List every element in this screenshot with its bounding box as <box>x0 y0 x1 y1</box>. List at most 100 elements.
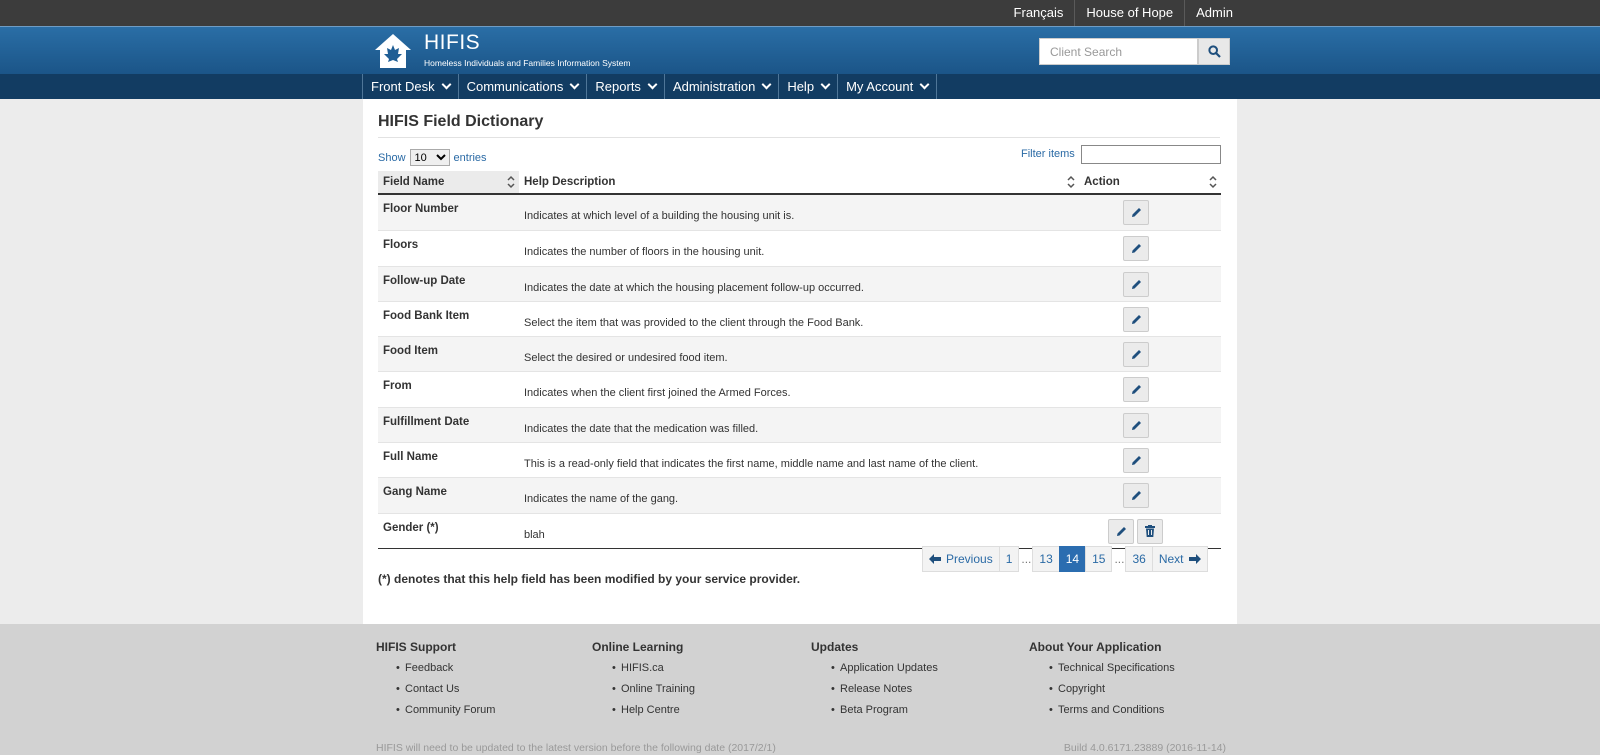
pencil-icon <box>1131 491 1141 501</box>
arrow-left-icon <box>929 554 941 564</box>
footer-link-hifis[interactable]: HIFIS.ca <box>612 662 695 674</box>
client-search-input[interactable] <box>1039 38 1198 65</box>
edit-button[interactable] <box>1123 483 1149 509</box>
column-header-action[interactable]: Action <box>1079 171 1221 193</box>
footer-link-tech-specs[interactable]: Technical Specifications <box>1049 662 1175 674</box>
organization-link[interactable]: House of Hope <box>1074 0 1184 26</box>
language-link[interactable]: Français <box>1003 0 1075 26</box>
footer-link-forum[interactable]: Community Forum <box>396 704 495 716</box>
action-cell <box>1123 271 1149 297</box>
action-cell <box>1123 342 1149 368</box>
next-page-button[interactable]: Next <box>1151 546 1208 572</box>
nav-my-account[interactable]: My Account <box>838 74 938 99</box>
current-page-button[interactable]: 14 <box>1058 546 1087 572</box>
edit-button[interactable] <box>1123 200 1149 225</box>
footer-link-feedback[interactable]: Feedback <box>396 662 495 674</box>
next-label: Next <box>1158 552 1184 566</box>
sort-icon <box>507 175 515 189</box>
edit-button[interactable] <box>1123 412 1149 438</box>
nav-help[interactable]: Help <box>779 74 839 99</box>
edit-button[interactable] <box>1123 236 1149 262</box>
nav-front-desk[interactable]: Front Desk <box>363 74 459 99</box>
nav-label: Help <box>787 79 815 94</box>
pencil-icon <box>1131 208 1141 217</box>
page-button[interactable]: 1 <box>998 546 1020 572</box>
footer-link-beta[interactable]: Beta Program <box>831 704 938 716</box>
footer-link-release-notes[interactable]: Release Notes <box>831 683 938 695</box>
sort-icon <box>1067 175 1075 189</box>
footer-link-terms[interactable]: Terms and Conditions <box>1049 704 1175 716</box>
chevron-down-icon <box>761 79 772 90</box>
page-ellipsis: ... <box>1114 552 1125 566</box>
delete-button[interactable] <box>1137 518 1163 544</box>
search-button[interactable] <box>1198 38 1230 65</box>
chevron-down-icon <box>647 79 658 90</box>
page-button[interactable]: 13 <box>1032 546 1060 572</box>
arrow-right-icon <box>1188 554 1201 564</box>
chevron-down-icon <box>569 79 580 90</box>
update-notice: HIFIS will need to be updated to the lat… <box>376 742 776 754</box>
table-row: Fulfillment Date Indicates the date that … <box>378 406 1221 443</box>
pagination: Previous 1 ... 13 14 15 ... 36 Next <box>922 546 1208 572</box>
table-body: Floor Number Indicates at which level of … <box>378 195 1221 549</box>
footer-col-updates: Updates Application Updates Release Notes… <box>811 640 938 725</box>
nav-label: My Account <box>846 79 914 94</box>
entries-select[interactable]: 10 <box>409 149 450 166</box>
edit-button[interactable] <box>1123 377 1149 403</box>
house-logo-icon[interactable] <box>374 33 412 69</box>
footer-link-contact[interactable]: Contact Us <box>396 683 495 695</box>
footer-link-copyright[interactable]: Copyright <box>1049 683 1175 695</box>
edit-button[interactable] <box>1123 271 1149 297</box>
footer-link-training[interactable]: Online Training <box>612 683 695 695</box>
footer-link-help-centre[interactable]: Help Centre <box>612 704 695 716</box>
pencil-icon <box>1131 385 1141 395</box>
table-row: From Indicates when the client first join… <box>378 371 1221 406</box>
entries-label: entries <box>453 151 487 164</box>
help-description-cell: Select the item that was provided to the… <box>524 316 864 329</box>
nav-communications[interactable]: Communications <box>459 74 588 99</box>
main-nav: Front Desk Communications Reports Admini… <box>0 74 1600 99</box>
edit-button[interactable] <box>1123 306 1149 332</box>
field-name-cell: Follow-up Date <box>383 274 466 287</box>
footer-heading: Updates <box>811 640 859 654</box>
edit-button[interactable] <box>1123 448 1149 474</box>
main-panel: HIFIS Field Dictionary Show 10 entries F… <box>363 99 1237 624</box>
field-name-cell: From <box>383 380 412 393</box>
help-description-cell: This is a read-only field that indicates… <box>524 458 979 471</box>
nav-administration[interactable]: Administration <box>665 74 780 99</box>
pencil-icon <box>1131 244 1141 254</box>
footer-col-learning: Online Learning HIFIS.ca Online Training H… <box>592 640 695 725</box>
filter-input[interactable] <box>1081 145 1221 164</box>
action-cell <box>1123 200 1149 225</box>
page-button[interactable]: 36 <box>1125 546 1153 572</box>
previous-page-button[interactable]: Previous <box>922 546 1000 572</box>
entries-length-control: Show 10 entries <box>378 149 487 166</box>
edit-button[interactable] <box>1123 342 1149 368</box>
user-link[interactable]: Admin <box>1184 0 1244 26</box>
app-title: HIFIS <box>424 31 481 54</box>
column-header-field-name[interactable]: Field Name <box>378 171 519 193</box>
field-name-cell: Full Name <box>383 451 438 464</box>
field-name-cell: Fulfillment Date <box>383 415 470 428</box>
nav-reports[interactable]: Reports <box>587 74 665 99</box>
previous-label: Previous <box>946 552 993 566</box>
help-description-cell: Indicates the date at which the housing … <box>524 281 864 294</box>
field-name-cell: Food Item <box>383 345 438 358</box>
chevron-down-icon <box>441 79 452 90</box>
pencil-icon <box>1131 314 1141 324</box>
help-description-cell: Indicates the name of the gang. <box>524 493 679 506</box>
column-header-help-description[interactable]: Help Description <box>519 171 1079 193</box>
table-row: Gang Name Indicates the name of the gang. <box>378 477 1221 513</box>
nav-label: Communications <box>466 79 564 94</box>
page-button[interactable]: 15 <box>1085 546 1113 572</box>
pencil-icon <box>1131 456 1141 466</box>
build-version: Build 4.0.6171.23889 (2016-11-14) <box>1063 742 1226 754</box>
footer-col-about: About Your Application Technical Specifi… <box>1029 640 1175 725</box>
nav-label: Reports <box>595 79 641 94</box>
field-name-cell: Floor Number <box>383 203 459 215</box>
footer-link-app-updates[interactable]: Application Updates <box>831 662 938 674</box>
table-header: Field Name Help Description Action <box>378 171 1221 195</box>
table-row: Floor Number Indicates at which level of … <box>378 195 1221 231</box>
edit-button[interactable] <box>1108 518 1134 544</box>
pencil-icon <box>1131 420 1141 430</box>
